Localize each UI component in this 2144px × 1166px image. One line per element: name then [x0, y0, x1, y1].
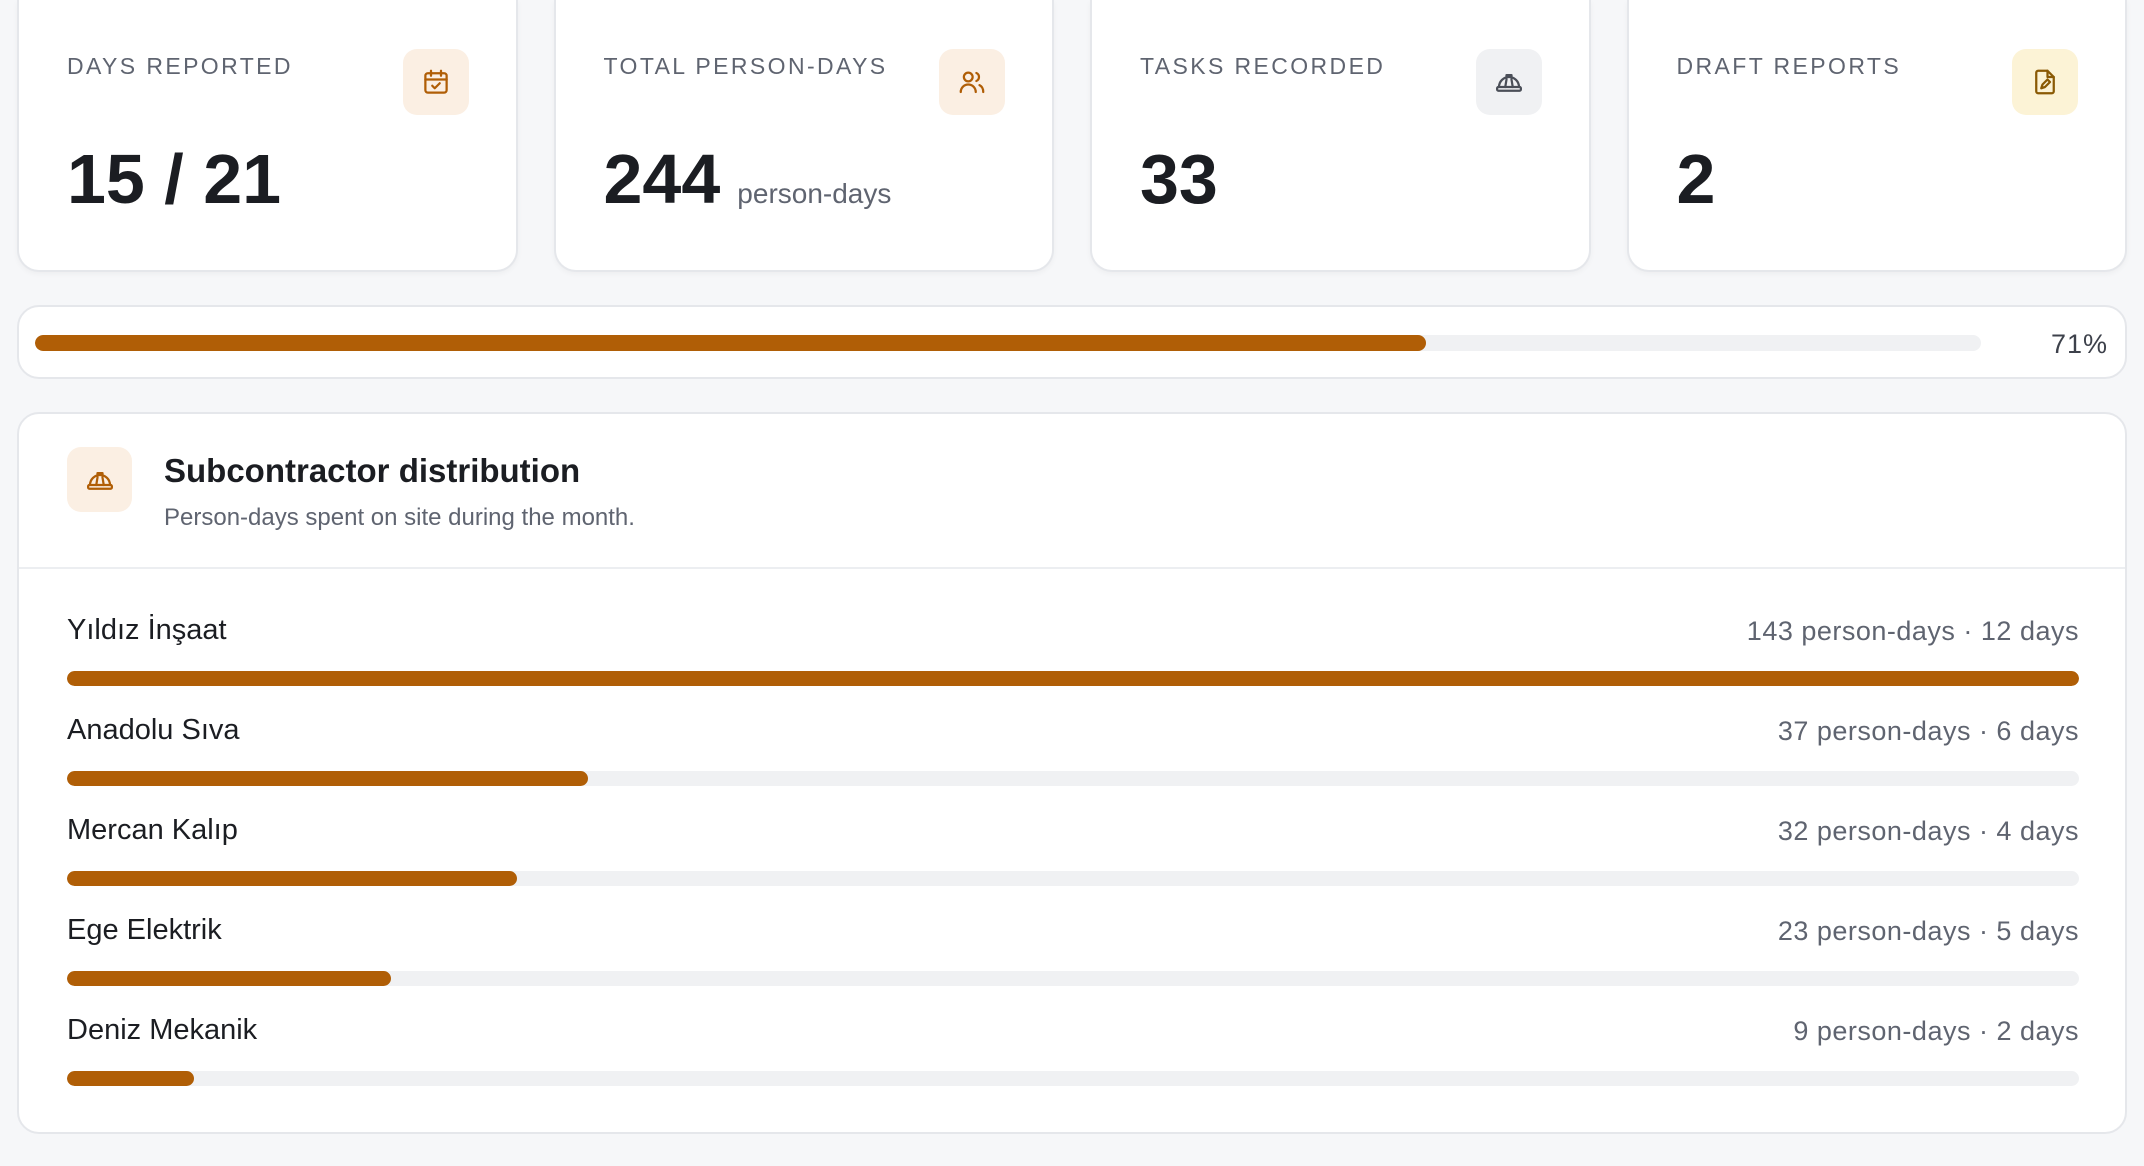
subcontractor-meta: 143 person-days · 12 days — [1746, 616, 2079, 646]
panel-header: Subcontractor distribution Person-days s… — [19, 414, 2125, 569]
bar-fill — [67, 1071, 194, 1086]
hard-hat-icon — [1475, 49, 1542, 115]
subcontractor-name: Mercan Kalıp — [67, 814, 238, 846]
stat-card-draft-reports: DRAFT REPORTS 2 — [1626, 0, 2127, 272]
list-item: Deniz Mekanik 9 person-days · 2 days — [67, 1014, 2079, 1114]
bar-track — [67, 971, 2079, 986]
subcontractor-list: Yıldız İnşaat 143 person-days · 12 days An… — [67, 614, 2079, 1114]
subcontractor-name: Ege Elektrik — [67, 914, 222, 946]
progress-percent: 71% — [2050, 329, 2108, 359]
stat-value: 15 / 21 — [67, 144, 281, 214]
bar-track — [67, 871, 2079, 886]
list-item: Yıldız İnşaat 143 person-days · 12 days — [67, 614, 2079, 714]
progress-fill — [35, 335, 1427, 351]
subcontractor-meta: 9 person-days · 2 days — [1793, 1016, 2079, 1046]
stat-label: DAYS REPORTED — [67, 53, 293, 79]
bar-fill — [67, 771, 588, 786]
file-edit-icon — [2012, 49, 2078, 115]
hard-hat-icon — [67, 447, 132, 512]
stats-row: DAYS REPORTED 15 / 21 TOTAL PERSON-DAYS … — [17, 0, 2127, 272]
subcontractor-panel: Subcontractor distribution Person-days s… — [17, 412, 2127, 1134]
calendar-check-icon — [402, 49, 469, 115]
list-item: Mercan Kalıp 32 person-days · 4 days — [67, 814, 2079, 914]
subcontractor-meta: 23 person-days · 5 days — [1777, 916, 2079, 946]
subcontractor-name: Yıldız İnşaat — [67, 614, 227, 646]
subcontractor-name: Anadolu Sıva — [67, 714, 240, 746]
month-progress: 71% — [17, 305, 2127, 379]
stat-label: TOTAL PERSON-DAYS — [603, 53, 888, 79]
bar-fill — [67, 671, 2079, 686]
stat-label: DRAFT REPORTS — [1676, 53, 1902, 79]
stat-number: 33 — [1140, 140, 1218, 218]
bar-track — [67, 671, 2079, 686]
stat-card-days-reported: DAYS REPORTED 15 / 21 — [17, 0, 518, 272]
stat-number: 244 — [603, 140, 721, 218]
bar-fill — [67, 971, 391, 986]
bar-track — [67, 1071, 2079, 1086]
stat-card-total-person-days: TOTAL PERSON-DAYS 244 person-days — [553, 0, 1054, 272]
bar-track — [67, 771, 2079, 786]
stat-number: 15 / 21 — [67, 140, 282, 218]
subcontractor-meta: 37 person-days · 6 days — [1777, 716, 2079, 746]
stat-value: 33 — [1140, 144, 1218, 214]
stat-value: 2 — [1677, 144, 1716, 214]
progress-track — [35, 335, 1981, 351]
list-item: Ege Elektrik 23 person-days · 5 days — [67, 914, 2079, 1014]
bar-fill — [67, 871, 518, 886]
stat-card-tasks-recorded: TASKS RECORDED 33 — [1090, 0, 1591, 272]
panel-subtitle: Person-days spent on site during the mon… — [164, 504, 635, 531]
stat-value: 244 person-days — [604, 144, 892, 214]
list-item: Anadolu Sıva 37 person-days · 6 days — [67, 714, 2079, 814]
stat-number: 2 — [1676, 140, 1716, 218]
stat-unit: person-days — [737, 178, 892, 209]
stat-label: TASKS RECORDED — [1140, 53, 1386, 79]
subcontractor-meta: 32 person-days · 4 days — [1777, 816, 2079, 846]
users-icon — [939, 49, 1005, 115]
panel-title: Subcontractor distribution — [164, 452, 581, 489]
subcontractor-name: Deniz Mekanik — [67, 1014, 258, 1046]
